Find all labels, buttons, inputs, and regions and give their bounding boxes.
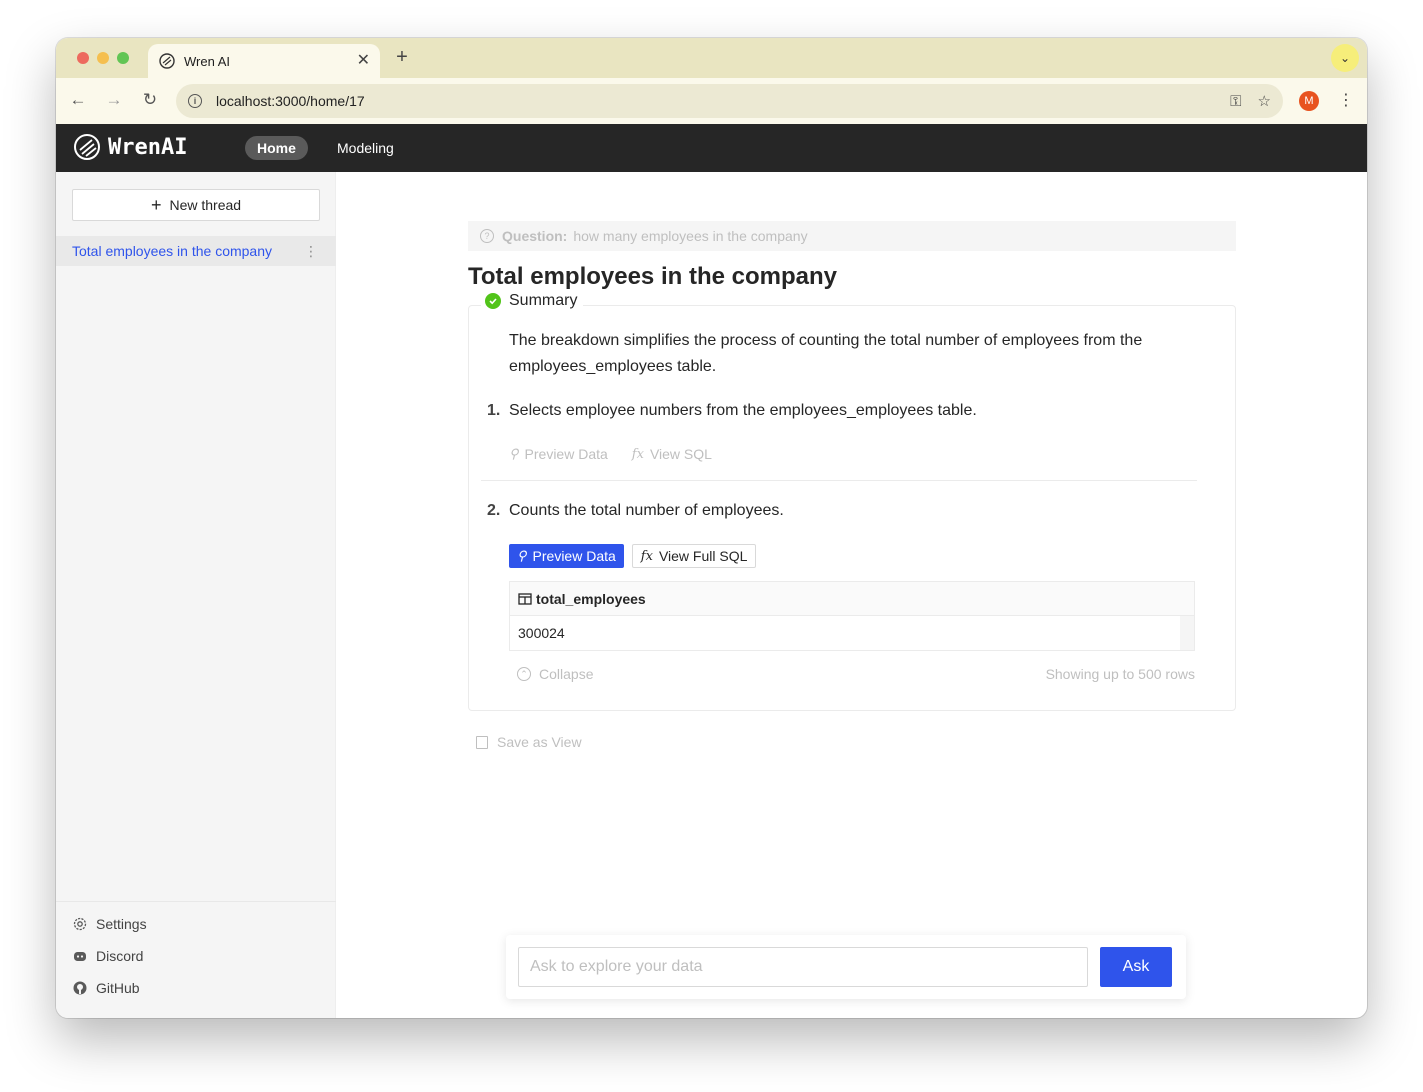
thread-item-label: Total employees in the company — [72, 243, 272, 259]
nav-modeling[interactable]: Modeling — [337, 140, 394, 156]
preview-data-button[interactable]: ⚲ Preview Data — [509, 446, 608, 462]
view-full-sql-label: View Full SQL — [658, 548, 748, 564]
column-header: total_employees — [536, 590, 646, 607]
step-number: 1. — [487, 402, 501, 419]
site-info-icon[interactable]: i — [188, 94, 202, 108]
step-number: 2. — [487, 502, 501, 519]
summary-description: The breakdown simplifies the process of … — [509, 332, 1143, 375]
view-sql-label: View SQL — [649, 446, 712, 462]
preview-data-label: Preview Data — [532, 548, 616, 564]
bookmark-star-icon[interactable]: ☆ — [1258, 92, 1271, 110]
settings-link[interactable]: Settings — [72, 916, 147, 932]
view-sql-button[interactable]: fx View SQL — [632, 446, 712, 462]
collapse-label: Collapse — [539, 666, 594, 682]
browser-menu-icon[interactable]: ⋮ — [1338, 90, 1354, 110]
back-arrow-icon[interactable]: ← — [67, 90, 89, 110]
ask-input[interactable] — [518, 947, 1088, 987]
step-1: 1. Selects employee numbers from the emp… — [487, 402, 977, 420]
question-text: how many employees in the company — [573, 228, 808, 244]
url-text[interactable]: localhost:3000/home/17 — [216, 93, 1214, 109]
step-1-actions: ⚲ Preview Data fx View SQL — [509, 446, 736, 462]
summary-header: Summary — [481, 292, 584, 310]
table-cell: 300024 — [518, 625, 565, 641]
ask-bar: Ask — [506, 935, 1186, 999]
wren-bird-icon — [74, 134, 100, 160]
collapse-button[interactable]: ⌃ Collapse — [517, 666, 593, 682]
browser-window: Wren AI ✕ + ⌄ ← → ↻ i localhost:3000/hom… — [56, 38, 1367, 1018]
wren-favicon-icon — [159, 53, 175, 69]
new-tab-button[interactable]: + — [390, 46, 414, 69]
nav-home[interactable]: Home — [245, 136, 308, 160]
preview-data-label: Preview Data — [524, 446, 608, 462]
maximize-window-button[interactable] — [117, 52, 129, 64]
sidebar-footer: Settings Discord GitHub — [56, 901, 336, 996]
browser-tab[interactable]: Wren AI ✕ — [148, 44, 380, 78]
function-icon: fx — [631, 446, 644, 462]
preview-table: total_employees 300024 — [509, 581, 1195, 651]
answer-title: Total employees in the company — [468, 263, 837, 290]
check-circle-icon — [485, 293, 501, 309]
close-window-button[interactable] — [77, 52, 89, 64]
profile-avatar[interactable]: M — [1299, 91, 1319, 111]
github-link[interactable]: GitHub — [72, 980, 140, 996]
gear-icon — [73, 917, 87, 931]
discord-link[interactable]: Discord — [72, 948, 143, 964]
reload-icon[interactable]: ↻ — [139, 90, 161, 110]
save-icon — [476, 735, 488, 749]
step-divider — [481, 480, 1197, 481]
github-label: GitHub — [96, 980, 140, 996]
step-2-actions: ⚲ Preview Data fx View Full SQL — [509, 544, 757, 568]
step-text: Selects employee numbers from the employ… — [509, 402, 977, 419]
function-icon: fx — [640, 548, 653, 564]
question-bar: ? Question: how many employees in the co… — [468, 221, 1236, 251]
discord-label: Discord — [96, 948, 144, 964]
step-2: 2. Counts the total number of employees. — [487, 502, 784, 520]
table-row: 300024 — [510, 616, 1194, 650]
wrenai-logo[interactable]: WrenAI — [72, 132, 187, 162]
tab-strip: Wren AI ✕ + ⌄ — [56, 38, 1367, 78]
ask-button[interactable]: Ask — [1100, 947, 1172, 987]
discord-icon — [74, 952, 86, 961]
view-full-sql-button[interactable]: fx View Full SQL — [631, 544, 757, 568]
address-bar[interactable]: i localhost:3000/home/17 ⚿ ☆ — [176, 84, 1283, 118]
sidebar: + New thread Total employees in the comp… — [56, 172, 336, 1018]
binoculars-icon: ⚲ — [509, 446, 519, 462]
preview-data-button-active[interactable]: ⚲ Preview Data — [509, 544, 624, 568]
logo-text: WrenAI — [108, 134, 188, 160]
question-label: Question: — [502, 228, 568, 244]
browser-toolbar: ← → ↻ i localhost:3000/home/17 ⚿ ☆ M ⋮ — [56, 78, 1367, 124]
tab-search-chevron-icon[interactable]: ⌄ — [1331, 44, 1359, 72]
save-as-view-label: Save as View — [497, 734, 582, 750]
github-icon — [73, 981, 87, 995]
password-key-icon[interactable]: ⚿ — [1230, 93, 1241, 110]
tab-title: Wren AI — [184, 53, 231, 69]
table-header: total_employees — [510, 582, 1194, 616]
binoculars-icon: ⚲ — [517, 548, 527, 564]
table-column-icon — [518, 592, 532, 605]
rows-note: Showing up to 500 rows — [1045, 666, 1195, 682]
answer-card: Summary The breakdown simplifies the pro… — [468, 292, 1236, 711]
step-text: Counts the total number of employees. — [509, 502, 784, 519]
question-circle-icon: ? — [480, 229, 494, 243]
settings-label: Settings — [96, 916, 147, 932]
main-content: ? Question: how many employees in the co… — [468, 221, 1236, 711]
thread-more-icon[interactable]: ⋮ — [304, 243, 318, 260]
up-circle-icon: ⌃ — [517, 667, 531, 681]
summary-label: Summary — [509, 292, 578, 309]
thread-item[interactable]: Total employees in the company ⋮ — [56, 236, 336, 266]
tab-close-icon[interactable]: ✕ — [357, 53, 370, 69]
new-thread-button[interactable]: + New thread — [72, 189, 320, 221]
plus-icon: + — [150, 195, 162, 215]
save-as-view-button[interactable]: Save as View — [476, 734, 582, 750]
forward-arrow-icon[interactable]: → — [103, 90, 125, 110]
new-thread-label: New thread — [169, 197, 242, 213]
minimize-window-button[interactable] — [97, 52, 109, 64]
app-header: WrenAI Home Modeling — [56, 124, 1367, 172]
